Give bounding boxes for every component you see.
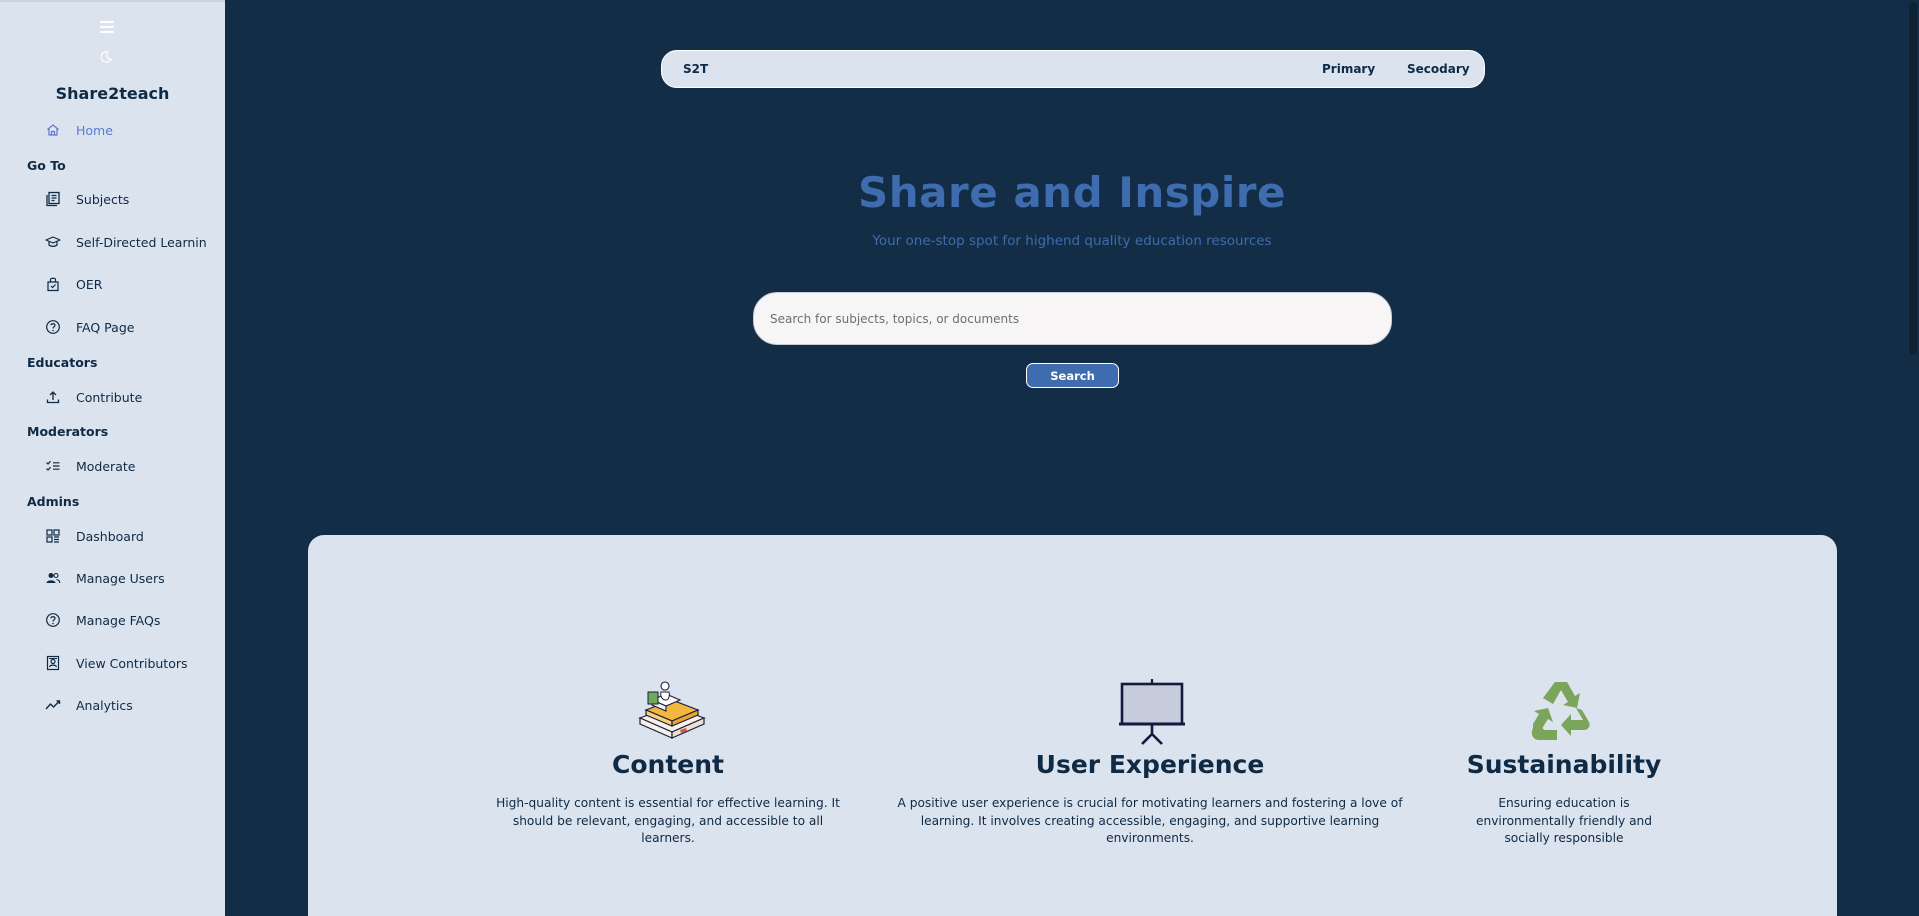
- home-icon: [47, 124, 59, 136]
- top-navbar: S2T Primary Secodary: [661, 50, 1485, 88]
- sidebar-item-manage-faqs[interactable]: Manage FAQs: [45, 608, 160, 632]
- feature-title: User Experience: [1035, 750, 1265, 779]
- sidebar: Share2teach Home Go To Subjects Self-Dir…: [0, 0, 225, 916]
- brand-title[interactable]: Share2teach: [0, 84, 225, 103]
- section-label-educators: Educators: [27, 355, 98, 370]
- upload-icon: [46, 391, 60, 404]
- sidebar-item-contribute[interactable]: Contribute: [45, 385, 142, 409]
- nav-link-secondary[interactable]: Secodary: [1407, 62, 1470, 76]
- scrollbar-thumb[interactable]: [1909, 2, 1917, 355]
- feature-user-experience: User Experience A positive user experien…: [880, 679, 1420, 850]
- section-label-admins: Admins: [27, 494, 80, 509]
- sidebar-item-label: OER: [76, 276, 103, 292]
- sidebar-item-label: Contribute: [76, 389, 143, 405]
- sidebar-item-moderate[interactable]: Moderate: [45, 454, 135, 478]
- books-icon: [638, 681, 706, 739]
- page-scrollbar[interactable]: [1907, 0, 1919, 916]
- dashboard-icon: [46, 529, 60, 543]
- recycle-icon: [1531, 682, 1590, 740]
- sidebar-item-label: Moderate: [76, 458, 136, 474]
- users-icon: [46, 572, 61, 584]
- moon-icon[interactable]: [99, 50, 113, 64]
- features-panel: Content High-quality content is essentia…: [308, 535, 1837, 916]
- section-label-moderators: Moderators: [27, 424, 109, 439]
- presentation-board-icon: [1119, 679, 1185, 745]
- sidebar-item-home[interactable]: Home: [45, 118, 113, 142]
- feature-description: Ensuring education is environmentally fr…: [1476, 796, 1652, 845]
- hamburger-menu-icon[interactable]: [100, 21, 114, 33]
- feature-description: High-quality content is essential for ef…: [496, 796, 840, 845]
- search-input[interactable]: [753, 292, 1392, 345]
- sidebar-item-label: Dashboard: [76, 528, 144, 544]
- sidebar-item-analytics[interactable]: Analytics: [45, 693, 133, 717]
- sidebar-item-label: Analytics: [76, 697, 133, 713]
- sidebar-item-oer[interactable]: OER: [45, 272, 102, 296]
- sidebar-item-dashboard[interactable]: Dashboard: [45, 524, 144, 548]
- hero-subtitle: Your one-stop spot for highend quality e…: [872, 233, 1272, 249]
- sidebar-item-manage-users[interactable]: Manage Users: [45, 566, 165, 590]
- analytics-icon: [45, 700, 61, 710]
- sidebar-item-label: Manage Users: [76, 570, 165, 586]
- navbar-logo[interactable]: S2T: [683, 62, 708, 76]
- hero-title: Share and Inspire: [858, 168, 1286, 217]
- feature-sustainability: Sustainability Ensuring education is env…: [1444, 680, 1684, 850]
- sidebar-item-label: Manage FAQs: [76, 612, 161, 628]
- sidebar-item-label: Home: [76, 122, 113, 138]
- checklist-icon: [46, 460, 60, 471]
- question-icon: [46, 613, 60, 627]
- search-button[interactable]: Search: [1026, 363, 1119, 388]
- sidebar-item-faq-page[interactable]: FAQ Page: [45, 315, 134, 339]
- question-icon: [46, 320, 60, 334]
- contributors-icon: [46, 655, 60, 671]
- feature-description: A positive user experience is crucial fo…: [897, 796, 1403, 845]
- nav-link-primary[interactable]: Primary: [1322, 62, 1375, 76]
- feature-title: Sustainability: [1466, 750, 1662, 779]
- feature-content: Content High-quality content is essentia…: [488, 680, 848, 850]
- oer-icon: [47, 277, 59, 292]
- sidebar-item-label: FAQ Page: [76, 319, 135, 335]
- sidebar-item-label: View Contributors: [76, 655, 188, 671]
- feature-title: Content: [612, 750, 724, 779]
- sidebar-item-view-contributors[interactable]: View Contributors: [45, 651, 188, 675]
